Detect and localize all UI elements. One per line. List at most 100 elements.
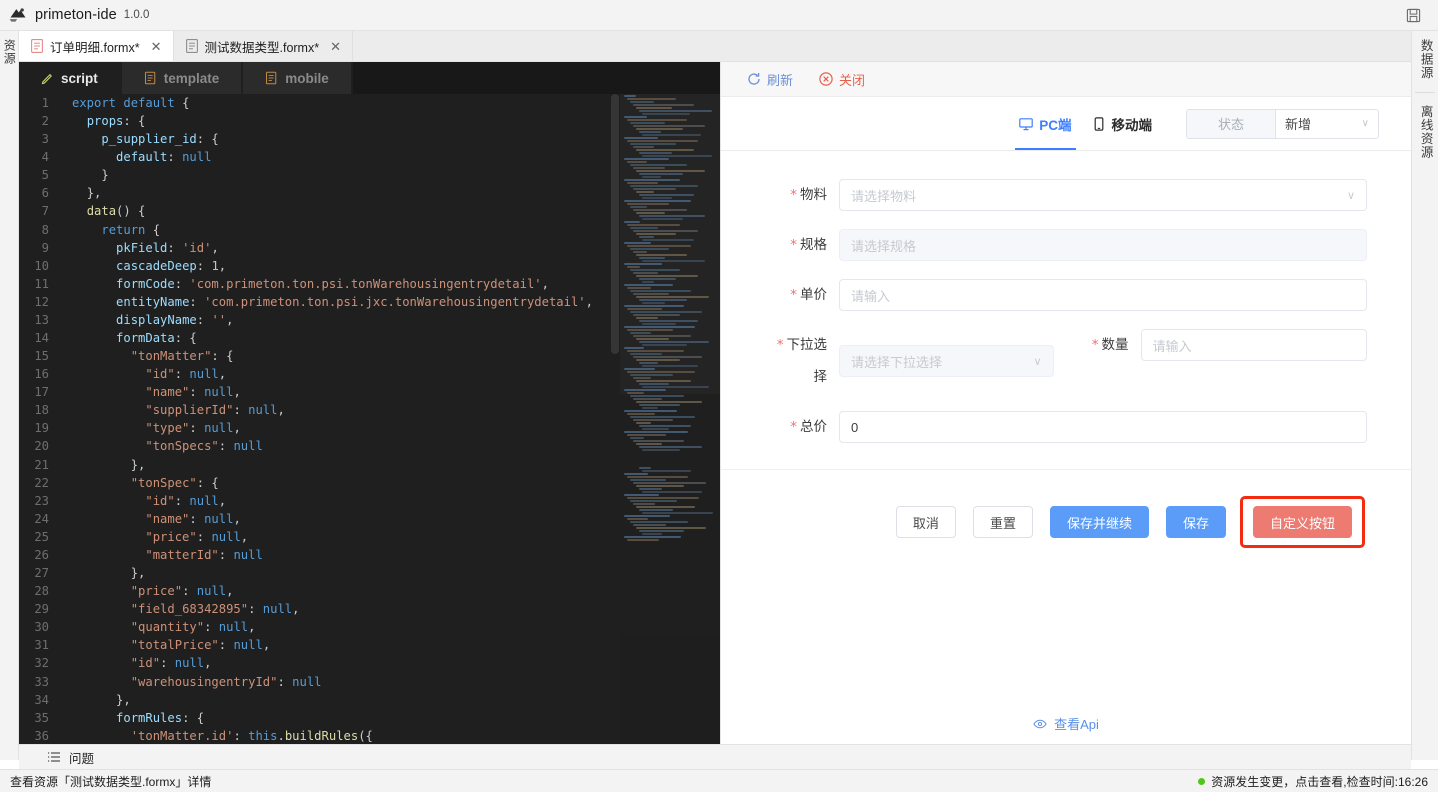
status-left-text[interactable]: 查看资源「测试数据类型.formx」详情 [10,773,211,790]
minimap-line [636,107,672,109]
line-text: formCode: 'com.primeton.ton.psi.tonWareh… [61,275,549,293]
tab-pc-view[interactable]: PC端 [1009,97,1081,150]
button-danger[interactable]: 自定义按钮 [1253,506,1352,538]
status-bar: 查看资源「测试数据类型.formx」详情 资源发生变更，点击查看,检查时间:16… [0,769,1438,792]
tab-mobile[interactable]: mobile [243,62,353,94]
minimap-line [639,383,669,385]
minimap-line [642,218,683,220]
minimap-line [639,236,654,238]
file-icon [144,71,157,85]
line-text: 'tonMatter.id': this.buildRules({ [61,727,373,744]
form-body: 物料请选择物料∨规格请选择规格单价请输入下拉选择请选择下拉选择∨数量请输入总价0 [721,151,1411,443]
line-number: 13 [19,311,61,329]
line-number: 12 [19,293,61,311]
status-right-text: 资源发生变更，点击查看,检查时间:16:26 [1211,773,1428,790]
line-text: "type": null, [61,419,241,437]
field-input[interactable]: 请选择规格 [839,229,1367,261]
minimap-slider[interactable] [620,94,720,394]
line-number: 8 [19,221,61,239]
minimap-line [633,230,698,232]
minimap-line [624,389,666,391]
field-select[interactable]: 请选择下拉选择∨ [839,345,1054,377]
floppy-save-icon[interactable] [1400,3,1426,27]
minimap-line [642,134,701,136]
code-area[interactable]: 1export default {2 props: {3 p_supplier_… [19,94,720,744]
minimap-line [636,359,680,361]
minimap-line [633,524,666,526]
line-number: 3 [19,130,61,148]
line-number: 7 [19,202,61,220]
button-primary[interactable]: 保存并继续 [1050,506,1149,538]
left-rail: 资源 [0,31,19,760]
minimap-line [630,122,665,124]
minimap-line [639,215,705,217]
minimap-line [624,326,695,328]
field-input[interactable]: 请输入 [1141,329,1368,361]
tab-template[interactable]: template [122,62,244,94]
file-tab-test-datatype[interactable]: 测试数据类型.formx* ✕ [174,31,354,61]
minimap-line [627,434,666,436]
minimap-line [642,533,662,535]
line-text: "totalPrice": null, [61,636,270,654]
button-default[interactable]: 取消 [896,506,956,538]
pencil-icon [41,71,54,85]
minimap-line [633,272,658,274]
rail-item-datasource[interactable]: 数据源 [1418,39,1431,80]
minimap-line [630,437,644,439]
file-tab-order-detail[interactable]: 订单明细.formx* ✕ [19,31,174,61]
minimap-line [627,476,688,478]
line-text: "id": null, [61,654,211,672]
editor-scrollbar[interactable] [610,94,620,744]
line-text: }, [61,456,145,474]
line-text: "name": null, [61,383,241,401]
field-select[interactable]: 请选择物料∨ [839,179,1367,211]
minimap-line [636,422,651,424]
line-number: 17 [19,383,61,401]
tab-mobile-view[interactable]: 移动端 [1082,97,1163,150]
line-number: 6 [19,184,61,202]
highlight-outline: 自定义按钮 [1240,496,1365,548]
close-icon[interactable]: ✕ [151,40,162,53]
line-number: 25 [19,528,61,546]
line-number: 32 [19,654,61,672]
minimap-line [630,500,677,502]
list-icon [47,750,61,764]
editor-minimap[interactable] [620,94,720,744]
tab-mobile-label: 移动端 [1112,114,1153,134]
button-default[interactable]: 重置 [973,506,1033,538]
form-row: 规格请选择规格 [765,229,1367,261]
minimap-line [633,377,651,379]
line-text: pkField: 'id', [61,239,219,257]
tab-script[interactable]: script [19,62,122,94]
minimap-line [636,149,694,151]
line-text: "tonSpec": { [61,474,219,492]
file-form-icon [186,39,198,53]
field-value: 请输入 [851,286,890,305]
minimap-line [642,365,698,367]
refresh-button[interactable]: 刷新 [747,70,793,89]
close-preview-button[interactable]: 关闭 [819,70,865,89]
rail-item-resources[interactable]: 资源 [3,39,16,65]
minimap-line [630,290,691,292]
minimap-line [630,521,688,523]
field-input[interactable]: 0 [839,411,1367,443]
problems-bar[interactable]: 问题 [19,744,1411,769]
status-right[interactable]: 资源发生变更，点击查看,检查时间:16:26 [1198,773,1428,790]
line-text: formData: { [61,329,197,347]
state-select[interactable]: 新增 ∨ [1275,109,1379,139]
close-icon[interactable]: ✕ [330,40,341,53]
line-number: 28 [19,582,61,600]
file-tab-strip: 订单明细.formx* ✕ 测试数据类型.formx* ✕ [19,31,1411,62]
minimap-line [624,158,669,160]
rail-item-offline-resource[interactable]: 离线资源 [1418,105,1431,159]
line-text: }, [61,184,101,202]
minimap-line [633,419,673,421]
field-label: 规格 [765,229,839,261]
view-api-link[interactable]: 查看Api [721,714,1411,733]
minimap-line [639,425,691,427]
field-input[interactable]: 请输入 [839,279,1367,311]
minimap-line [636,233,676,235]
preview-header: PC端 移动端 状态 新增 ∨ [721,97,1411,151]
minimap-line [633,335,691,337]
button-primary[interactable]: 保存 [1166,506,1226,538]
